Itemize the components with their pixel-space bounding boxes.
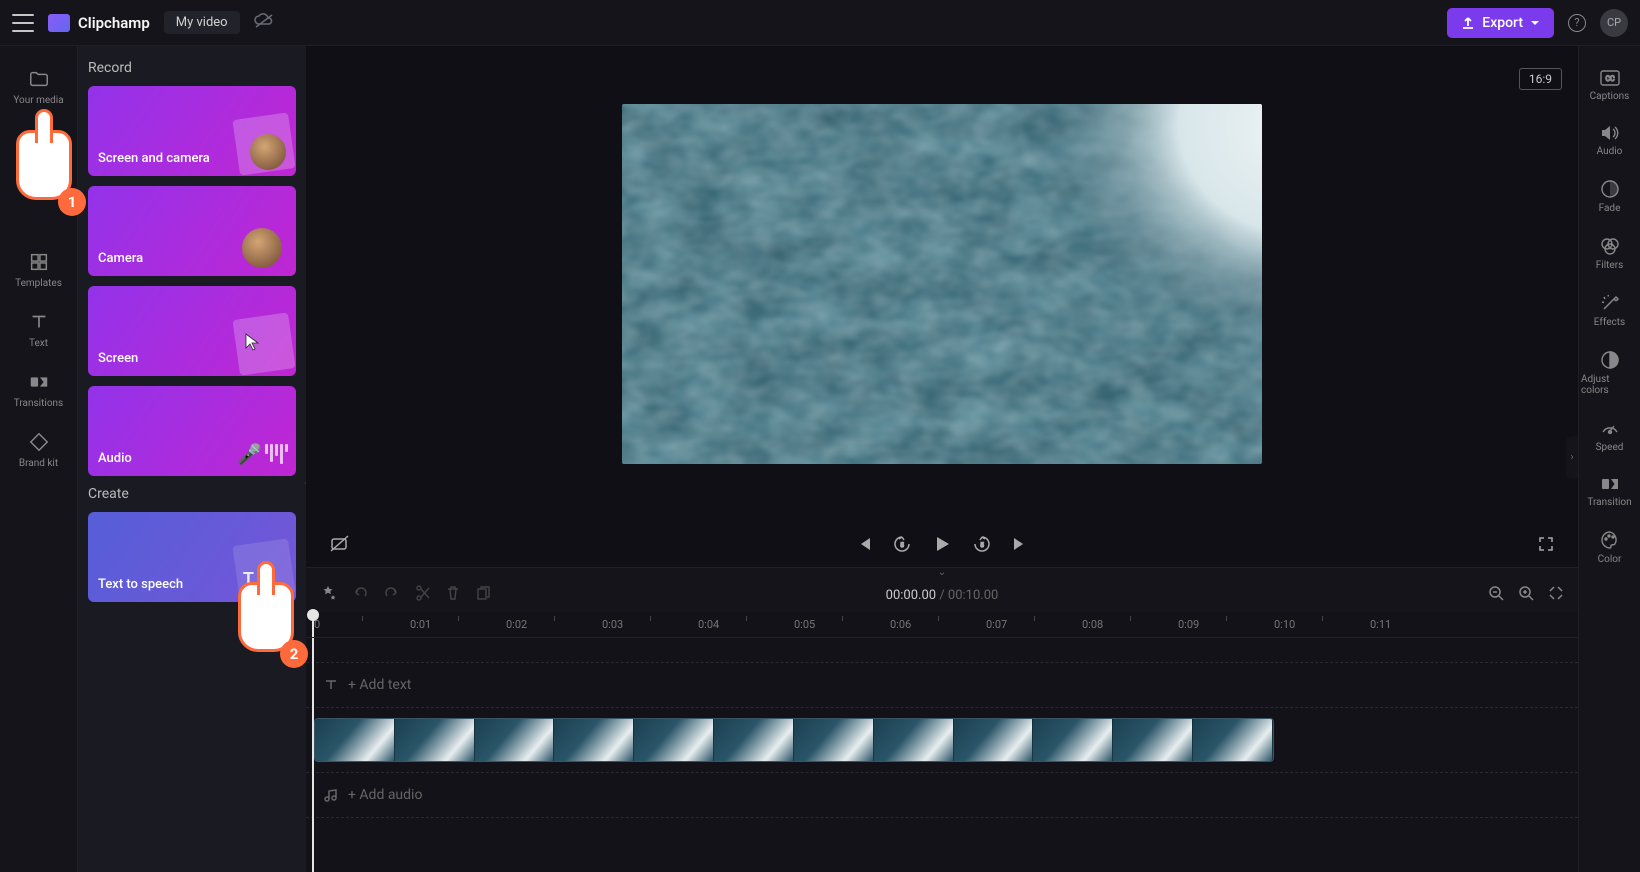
rewind-button[interactable]: 5 — [892, 534, 912, 554]
nav-transitions[interactable]: Transitions — [0, 361, 77, 419]
split-button[interactable] — [416, 585, 430, 605]
card-screen[interactable]: Screen — [88, 286, 296, 376]
expand-timeline-button[interactable]: ⌄ — [306, 568, 1578, 578]
contrast-icon — [1600, 350, 1620, 370]
play-button[interactable] — [932, 534, 952, 554]
properties-rail: CC Captions Audio Fade Filters Effects A… — [1578, 46, 1640, 872]
upload-icon — [1461, 16, 1475, 30]
fit-zoom-button[interactable] — [1548, 585, 1564, 605]
user-avatar[interactable]: CP — [1600, 9, 1628, 37]
folder-icon — [28, 68, 50, 90]
video-clip[interactable] — [314, 718, 1274, 762]
app-logo[interactable]: Clipchamp — [48, 14, 150, 32]
tag-icon — [28, 431, 50, 453]
delete-button[interactable] — [446, 585, 460, 605]
nav-brand-kit[interactable]: Brand kit — [0, 421, 77, 479]
mute-preview-button[interactable] — [330, 535, 350, 553]
menu-icon[interactable] — [12, 14, 34, 32]
app-name: Clipchamp — [78, 14, 150, 32]
preview-column: 16:9 — [306, 46, 1578, 872]
screen-thumb — [232, 312, 295, 375]
help-icon[interactable]: ? — [1568, 14, 1586, 32]
panel-section-create: Create — [88, 486, 296, 502]
card-screen-and-camera[interactable]: Screen and camera — [88, 86, 296, 176]
camera-icon — [28, 128, 50, 150]
filters-icon — [1600, 236, 1620, 256]
prop-captions[interactable]: CC Captions — [1579, 60, 1640, 111]
record-create-panel: Record Screen and camera Camera Screen A… — [78, 46, 306, 872]
video-preview[interactable] — [622, 104, 1262, 464]
zoom-in-button[interactable] — [1518, 585, 1534, 605]
playhead[interactable] — [312, 612, 314, 637]
speed-icon — [1600, 418, 1620, 438]
prop-transition[interactable]: Transition — [1579, 466, 1640, 517]
duplicate-button[interactable] — [476, 585, 490, 605]
prop-audio[interactable]: Audio — [1579, 115, 1640, 166]
fullscreen-button[interactable] — [1538, 536, 1554, 552]
collapse-panel-button[interactable]: ‹ — [298, 459, 306, 503]
wand-icon — [1600, 293, 1620, 313]
speaker-icon — [1600, 124, 1620, 142]
cursor-icon — [244, 333, 260, 356]
card-audio[interactable]: Audio 🎤 — [88, 386, 296, 476]
text-track[interactable]: + Add text — [306, 662, 1578, 708]
prop-fade[interactable]: Fade — [1579, 170, 1640, 223]
timeline-ruler[interactable]: 00:010:020:030:040:050:060:070:080:090:1… — [306, 612, 1578, 638]
nav-templates[interactable]: Templates — [0, 241, 77, 299]
waveform-icon — [265, 444, 288, 464]
nav-record-create[interactable]: Record & create — [0, 118, 77, 187]
skip-start-button[interactable] — [856, 536, 872, 552]
video-track[interactable] — [306, 718, 1578, 762]
fade-icon — [1600, 179, 1620, 199]
transition-icon — [1600, 475, 1620, 493]
svg-text:5: 5 — [900, 542, 904, 549]
text-icon — [28, 311, 50, 333]
prop-effects[interactable]: Effects — [1579, 284, 1640, 337]
skip-end-button[interactable] — [1012, 536, 1028, 552]
sidebar-nav: Your media Record & create Templates Tex… — [0, 46, 78, 872]
microphone-icon: 🎤 — [237, 442, 262, 466]
music-icon — [324, 788, 338, 802]
timeline-toolbar: 00:00.00 / 00:10.00 — [306, 578, 1578, 612]
card-camera[interactable]: Camera — [88, 186, 296, 276]
grid-icon — [28, 251, 50, 273]
prop-adjust-colors[interactable]: Adjust colors — [1579, 341, 1640, 405]
time-display: 00:00.00 / 00:10.00 — [886, 588, 999, 603]
project-name[interactable]: My video — [164, 11, 240, 34]
audio-track[interactable]: + Add audio — [306, 772, 1578, 818]
svg-text:5: 5 — [980, 542, 984, 549]
chevron-down-icon — [1530, 18, 1540, 28]
nav-your-media[interactable]: Your media — [0, 58, 77, 116]
export-button[interactable]: Export — [1447, 8, 1554, 38]
nav-text[interactable]: Text — [0, 301, 77, 359]
card-text-to-speech[interactable]: Text to speech T — [88, 512, 296, 602]
aspect-ratio-badge[interactable]: 16:9 — [1519, 68, 1562, 90]
undo-button[interactable] — [352, 585, 368, 605]
panel-section-record: Record — [88, 60, 296, 76]
collapse-properties-button[interactable]: › — [1566, 436, 1578, 478]
prop-filters[interactable]: Filters — [1579, 227, 1640, 280]
player-controls: 5 5 — [306, 521, 1578, 567]
prop-speed[interactable]: Speed — [1579, 409, 1640, 462]
clipchamp-icon — [48, 14, 70, 32]
timeline-tracks: + Add text + Add audio — [306, 638, 1578, 872]
svg-text:CC: CC — [1605, 75, 1615, 83]
preview-stage — [306, 46, 1578, 521]
prop-color[interactable]: Color — [1579, 521, 1640, 574]
camera-face — [250, 134, 286, 170]
timeline-area: ⌄ 00:00.00 / 00:10.00 00:010:020:030:0 — [306, 567, 1578, 872]
playhead-line[interactable] — [312, 638, 314, 872]
redo-button[interactable] — [384, 585, 400, 605]
app-header: Clipchamp My video Export ? CP — [0, 0, 1640, 46]
forward-button[interactable]: 5 — [972, 534, 992, 554]
auto-adjust-button[interactable] — [320, 585, 336, 605]
camera-face — [242, 228, 282, 268]
zoom-out-button[interactable] — [1488, 585, 1504, 605]
sync-off-icon[interactable] — [254, 13, 274, 33]
text-icon — [324, 678, 338, 692]
transition-icon — [28, 371, 50, 393]
cc-icon: CC — [1599, 69, 1621, 87]
text-icon: T — [243, 569, 254, 590]
palette-icon — [1600, 530, 1620, 550]
